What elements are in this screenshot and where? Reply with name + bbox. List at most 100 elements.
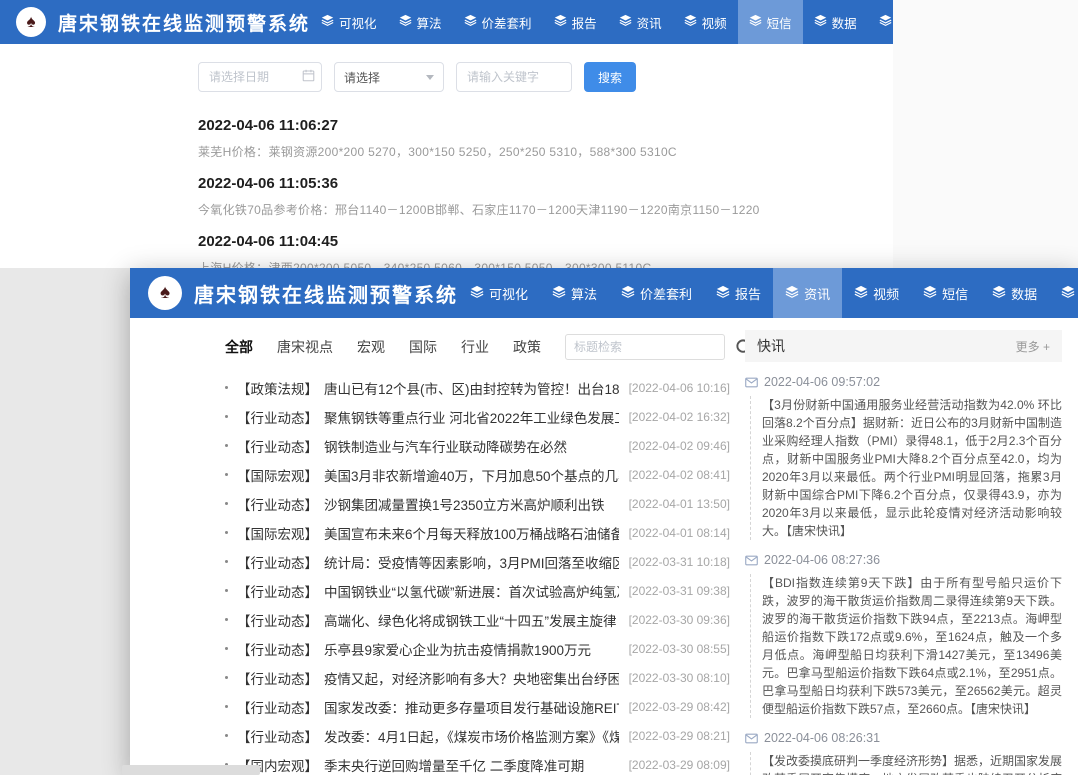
nav-item[interactable]: 视频 bbox=[673, 0, 738, 44]
news-row[interactable]: 【行业动态】 钢铁制造业与汽车行业联动降碳势在必然 [2022-04-02 09… bbox=[225, 431, 730, 460]
news-row[interactable]: 【行业动态】 统计局：受疫情等因素影响，3月PMI回落至收缩区间 [2022-0… bbox=[225, 547, 730, 576]
nav-item-label: 数据 bbox=[1011, 284, 1037, 303]
nav-item-label: 价差套利 bbox=[640, 284, 692, 303]
news-time: [2022-03-29 08:42] bbox=[629, 700, 730, 714]
nav-item-label: 可视化 bbox=[489, 284, 528, 303]
nav-item-label: 算法 bbox=[417, 13, 442, 32]
nav-item-label: 数据 bbox=[832, 13, 857, 32]
nav-item[interactable]: 数据 bbox=[803, 0, 868, 44]
news-title: 疫情又起，对经济影响有多大？央地密集出台纾困措施 bbox=[324, 668, 619, 688]
bullet-dot bbox=[225, 502, 228, 505]
news-category: 【国际宏观】 bbox=[237, 465, 318, 485]
quick-news-time-row: 2022-04-06 08:27:36 bbox=[745, 553, 1062, 567]
news-row[interactable]: 【行业动态】 中国钢铁业“以氢代碳”新进展：首次试验高炉纯氢冶炼… [2022-… bbox=[225, 576, 730, 605]
layers-icon bbox=[321, 14, 334, 30]
nav-item[interactable]: 短信 bbox=[911, 268, 980, 318]
news-tab[interactable]: 宏观 bbox=[357, 337, 385, 357]
news-title: 高端化、绿色化将成钢铁工业“十四五”发展主旋律 bbox=[324, 610, 619, 630]
news-row[interactable]: 【行业动态】 国家发改委：推动更多存量项目发行基础设施REITs [2022-0… bbox=[225, 692, 730, 721]
news-title: 中国钢铁业“以氢代碳”新进展：首次试验高炉纯氢冶炼… bbox=[324, 581, 619, 601]
layers-icon bbox=[470, 285, 484, 302]
layers-icon bbox=[552, 285, 566, 302]
news-row[interactable]: 【行业动态】 疫情又起，对经济影响有多大？央地密集出台纾困措施 [2022-03… bbox=[225, 663, 730, 692]
nav-item[interactable]: 数据 bbox=[980, 268, 1049, 318]
nav-item[interactable]: 报告 bbox=[543, 0, 608, 44]
news-title: 季末央行逆回购增量至千亿 二季度降准可期 bbox=[324, 755, 619, 775]
nav-item[interactable]: 算法 bbox=[540, 268, 609, 318]
bullet-dot bbox=[225, 676, 228, 679]
quick-news-time-row: 2022-04-06 09:57:02 bbox=[745, 375, 1062, 389]
nav-item[interactable]: 价差套利 bbox=[609, 268, 704, 318]
nav-item[interactable]: 地图 bbox=[868, 0, 893, 44]
bullet-dot bbox=[225, 531, 228, 534]
more-link[interactable]: 更多 + bbox=[1016, 338, 1050, 355]
alert-entry: 2022-04-06 11:04:45 上海H价格：津西200*200 5050… bbox=[198, 233, 893, 268]
link-preview-artifact bbox=[122, 765, 260, 775]
bullet-dot bbox=[225, 705, 228, 708]
nav-item[interactable]: 价差套利 bbox=[453, 0, 543, 44]
bullet-dot bbox=[225, 560, 228, 563]
news-search-input[interactable] bbox=[565, 334, 725, 360]
nav-item-label: 资讯 bbox=[804, 284, 830, 303]
news-time: [2022-04-02 08:41] bbox=[629, 468, 730, 482]
news-category: 【国际宏观】 bbox=[237, 523, 318, 543]
quick-news-entry[interactable]: 2022-04-06 09:57:02 【3月份财新中国通用服务业经营活动指数为… bbox=[745, 375, 1062, 540]
news-category: 【行业动态】 bbox=[237, 407, 318, 427]
app-title: 唐宋钢铁在线监测预警系统 bbox=[194, 279, 458, 308]
news-row[interactable]: 【国际宏观】 美国3月非农新增逾40万，下月加息50个基点的几率大增 [2022… bbox=[225, 460, 730, 489]
news-row[interactable]: 【行业动态】 聚焦钢铁等重点行业 河北省2022年工业绿色发展工作要点 [202… bbox=[225, 402, 730, 431]
news-row[interactable]: 【行业动态】 发改委：4月1日起，《煤炭市场价格监测方案》《煤炭生… [2022… bbox=[225, 721, 730, 750]
type-select[interactable]: 请选择 bbox=[334, 62, 444, 92]
nav-item-label: 视频 bbox=[873, 284, 899, 303]
news-row[interactable]: 【行业动态】 乐亭县9家爱心企业为抗击疫情捐款1900万元 [2022-03-3… bbox=[225, 634, 730, 663]
news-time: [2022-03-31 10:18] bbox=[629, 555, 730, 569]
chevron-down-icon bbox=[426, 75, 434, 80]
news-tab[interactable]: 全部 bbox=[225, 337, 253, 357]
alert-text: 莱芜H价格：莱钢资源200*200 5270，300*150 5250，250*… bbox=[198, 143, 893, 160]
news-row[interactable]: 【行业动态】 沙钢集团减量置换1号2350立方米高炉顺利出铁 [2022-04-… bbox=[225, 489, 730, 518]
news-time: [2022-04-06 10:16] bbox=[629, 381, 730, 395]
layers-icon bbox=[619, 14, 632, 30]
search-button[interactable]: 搜索 bbox=[584, 62, 636, 92]
news-time: [2022-03-29 08:21] bbox=[629, 729, 730, 743]
news-title: 统计局：受疫情等因素影响，3月PMI回落至收缩区间 bbox=[324, 552, 619, 572]
layers-icon bbox=[992, 285, 1006, 302]
alert-time: 2022-04-06 11:06:27 bbox=[198, 117, 893, 134]
news-tab[interactable]: 行业 bbox=[461, 337, 489, 357]
news-row[interactable]: 【国内宏观】 季末央行逆回购增量至千亿 二季度降准可期 [2022-03-29 … bbox=[225, 750, 730, 775]
layers-icon bbox=[785, 285, 799, 302]
nav-item[interactable]: 短信 bbox=[738, 0, 803, 44]
nav-item[interactable]: 资讯 bbox=[773, 268, 842, 318]
news-row[interactable]: 【行业动态】 高端化、绿色化将成钢铁工业“十四五”发展主旋律 [2022-03-… bbox=[225, 605, 730, 634]
app-logo-icon: ♠ bbox=[16, 7, 46, 37]
nav-item-label: 短信 bbox=[767, 13, 792, 32]
nav-item[interactable]: 报告 bbox=[704, 268, 773, 318]
layers-icon bbox=[749, 14, 762, 30]
layers-icon bbox=[879, 14, 892, 30]
alert-text: 今氧化铁70品参考价格：邢台1140－1200B邯郸、石家庄1170－1200天… bbox=[198, 201, 893, 218]
keyword-input[interactable] bbox=[456, 62, 572, 92]
news-tab[interactable]: 唐宋视点 bbox=[277, 337, 333, 357]
news-row[interactable]: 【国际宏观】 美国宣布未来6个月每天释放100万桶战略石油储备 [2022-04… bbox=[225, 518, 730, 547]
quick-news-header: 快讯 更多 + bbox=[745, 330, 1062, 362]
layers-icon bbox=[923, 285, 937, 302]
nav-item[interactable]: 资讯 bbox=[608, 0, 673, 44]
nav-item[interactable]: 可视化 bbox=[458, 268, 540, 318]
nav-item[interactable]: 地图 bbox=[1049, 268, 1078, 318]
calendar-icon bbox=[302, 69, 315, 87]
news-time: [2022-04-02 16:32] bbox=[629, 410, 730, 424]
quick-news-text: 【BDI指数连续第9天下跌】由于所有型号船只运价下跌，波罗的海干散货运价指数周二… bbox=[750, 574, 1062, 718]
date-picker[interactable] bbox=[198, 62, 322, 92]
front-nav-menu: 可视化 算法 价差套利 报告 资讯 bbox=[458, 268, 1078, 318]
nav-item[interactable]: 视频 bbox=[842, 268, 911, 318]
news-tab[interactable]: 政策 bbox=[513, 337, 541, 357]
news-category: 【行业动态】 bbox=[237, 668, 318, 688]
news-row[interactable]: 【政策法规】 唐山已有12个县(市、区)由封控转为管控！出台18条支持… [20… bbox=[225, 373, 730, 402]
nav-item[interactable]: 算法 bbox=[388, 0, 453, 44]
news-time: [2022-03-31 09:38] bbox=[629, 584, 730, 598]
nav-item[interactable]: 可视化 bbox=[310, 0, 388, 44]
layers-icon bbox=[854, 285, 868, 302]
quick-news-entry[interactable]: 2022-04-06 08:26:31 【发改委摸底研判一季度经济形势】据悉，近… bbox=[745, 731, 1062, 775]
news-tab[interactable]: 国际 bbox=[409, 337, 437, 357]
quick-news-entry[interactable]: 2022-04-06 08:27:36 【BDI指数连续第9天下跌】由于所有型号… bbox=[745, 553, 1062, 718]
